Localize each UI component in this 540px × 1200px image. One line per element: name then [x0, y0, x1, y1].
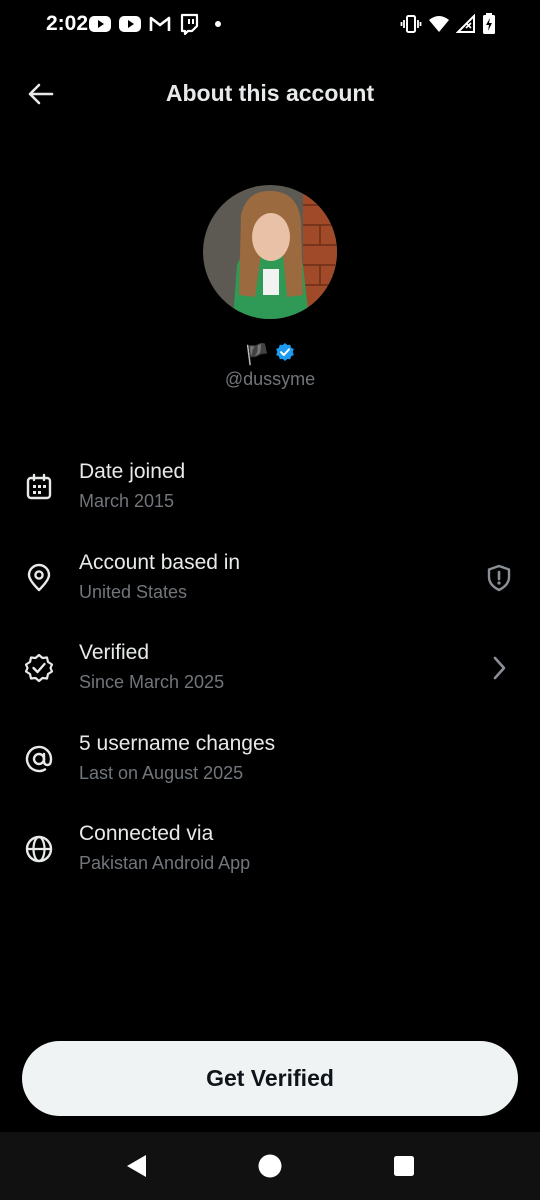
at-sign-icon: [22, 742, 56, 776]
info-title: Verified: [79, 641, 150, 664]
info-row-account-based-in: Account based in United States: [0, 539, 540, 630]
location-pin-icon: [22, 561, 56, 595]
verified-check-icon: [22, 651, 56, 685]
home-circle-icon[interactable]: [254, 1150, 286, 1182]
dot-icon: [214, 20, 222, 28]
info-title: Date joined: [79, 460, 186, 483]
signal-icon: [456, 14, 476, 34]
notification-icons: [88, 13, 222, 35]
status-time: 2:02: [46, 12, 89, 35]
shield-alert-icon[interactable]: [482, 561, 516, 595]
info-subtitle: Since March 2025: [79, 672, 225, 692]
twitch-icon: [178, 13, 200, 35]
page-title: About this account: [165, 80, 375, 106]
vibrate-icon: [400, 13, 422, 35]
info-row-date-joined: Date joined March 2015: [0, 448, 540, 539]
profile-handle: @dussyme: [224, 369, 316, 389]
system-status-icons: [400, 13, 496, 35]
battery-charging-icon: [482, 13, 496, 35]
info-title: Account based in: [79, 550, 241, 574]
info-subtitle: March 2015: [79, 491, 175, 511]
gmail-icon: [148, 14, 172, 34]
account-info-list: Date joined March 2015 Account based in …: [0, 448, 540, 901]
info-subtitle: Pakistan Android App: [79, 853, 251, 873]
globe-icon: [22, 832, 56, 866]
recents-square-icon[interactable]: [388, 1150, 420, 1182]
info-row-connected-via: Connected via Pakistan Android App: [0, 810, 540, 901]
flag-emoji: 🏴: [244, 344, 270, 366]
info-subtitle: Last on August 2025: [79, 762, 244, 783]
info-title: 5 username changes: [79, 731, 276, 755]
verified-badge-icon: [275, 342, 295, 367]
youtube-icon: [88, 14, 112, 34]
name-row: 🏴: [0, 342, 540, 367]
get-verified-button[interactable]: Get Verified: [22, 1041, 518, 1116]
avatar[interactable]: [203, 185, 337, 319]
status-bar: 2:02: [0, 0, 540, 50]
chevron-right-icon[interactable]: [482, 651, 516, 685]
info-subtitle: United States: [79, 581, 188, 602]
back-triangle-icon[interactable]: [120, 1150, 152, 1182]
info-title: Connected via: [79, 822, 214, 845]
calendar-icon: [22, 470, 56, 504]
wifi-icon: [428, 14, 450, 34]
info-row-username-changes: 5 username changes Last on August 2025: [0, 720, 540, 811]
youtube-icon: [118, 14, 142, 34]
navigation-bar: [0, 1132, 540, 1200]
info-row-verified[interactable]: Verified Since March 2025: [0, 629, 540, 720]
